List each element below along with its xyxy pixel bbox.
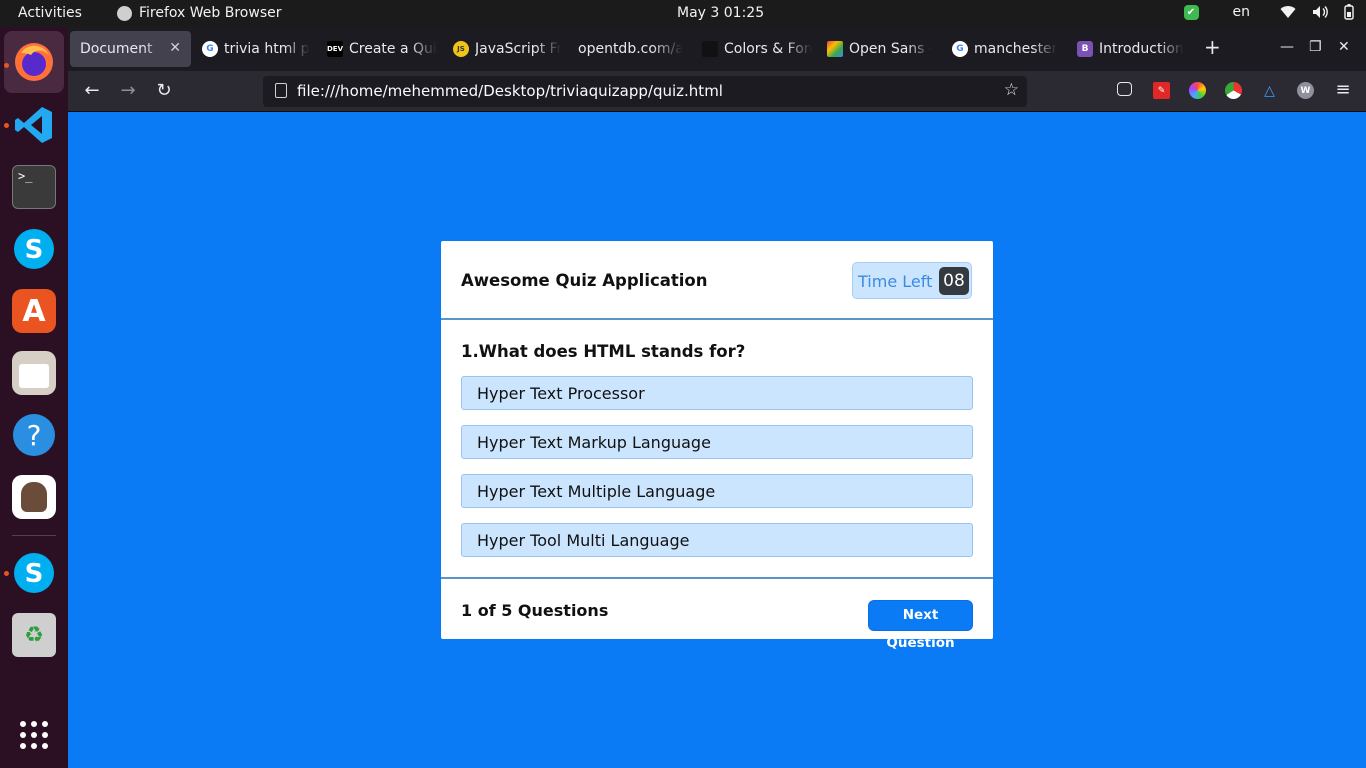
color-picker-icon[interactable] [1189,82,1206,99]
vscode-icon[interactable] [12,103,56,147]
restore-icon[interactable]: ❐ [1309,39,1322,55]
next-question-button[interactable]: Next Question [868,600,973,651]
option-item[interactable]: Hyper Tool Multi Language [461,523,973,557]
tab-label: manchester [974,41,1058,57]
colors-icon [702,41,718,57]
option-item[interactable]: Hyper Text Processor [461,376,973,410]
system-top-bar: Activities Firefox Web Browser May 3 01:… [0,0,1366,27]
running-indicator [4,123,9,128]
tab-bar: Document ✕ G trivia html p DEV Create a … [68,27,1366,71]
tab-document[interactable]: Document ✕ [70,31,191,67]
volume-icon[interactable] [1312,5,1328,19]
running-indicator [4,571,9,576]
quiz-header: Awesome Quiz Application Time Left 08 [441,241,993,320]
tab-introduction[interactable]: B Introduction [1077,31,1187,67]
tab-create-quiz[interactable]: DEV Create a Qui [327,31,443,67]
svg-text:S: S [25,559,44,589]
timer-label: Time Left [858,272,933,291]
tab-open-sans[interactable]: Open Sans - [827,31,932,67]
app-name: Firefox Web Browser [139,5,282,21]
option-item[interactable]: Hyper Text Multiple Language [461,474,973,508]
clock[interactable]: May 3 01:25 [677,5,764,21]
question-counter: 1 of 5 Questions [461,601,609,620]
tab-label: Create a Qui [349,41,437,57]
close-window-icon[interactable]: ✕ [1338,39,1350,55]
navigation-bar: ← → ↻ file:///home/mehemmed/Desktop/triv… [68,71,1366,112]
show-apps-grid-icon[interactable] [12,713,56,757]
tab-trivia[interactable]: G trivia html p [202,31,312,67]
system-tray[interactable]: ✔ en [1183,4,1355,20]
dock: >_ S A ? S ♻ [0,27,68,768]
wifi-icon[interactable] [1280,5,1296,19]
google-icon: G [202,41,218,57]
skype-icon[interactable]: S [12,551,56,595]
extension-icon[interactable]: ✎ [1153,82,1170,99]
close-tab-icon[interactable]: ✕ [169,40,181,56]
extension-icon[interactable] [1225,82,1242,99]
tab-label: trivia html p [224,41,310,57]
security-shield-icon[interactable]: ✔ [1183,4,1199,20]
minimize-icon[interactable]: — [1280,39,1294,55]
skype-icon[interactable]: S [12,227,56,271]
dev-icon: DEV [327,41,343,57]
font-icon [827,41,843,57]
activities-button[interactable]: Activities [18,5,82,21]
extension-icon[interactable]: W [1297,82,1314,99]
app-menu[interactable]: Firefox Web Browser [117,5,282,21]
bootstrap-icon: B [1077,41,1093,57]
bookmark-star-icon[interactable]: ☆ [1004,80,1019,100]
software-center-icon[interactable]: A [12,289,56,333]
tab-label: Document [80,41,153,57]
tab-manchester[interactable]: G manchester [952,31,1060,67]
google-icon: G [952,41,968,57]
tab-label: Open Sans - [849,41,932,57]
tab-label: Colors & Fon [724,41,812,57]
tab-javascript[interactable]: JS JavaScript Fr [453,31,561,67]
hamburger-menu-icon[interactable]: ≡ [1332,80,1354,100]
page-icon [275,83,287,98]
pocket-icon[interactable] [1117,82,1132,96]
option-item[interactable]: Hyper Text Markup Language [461,425,973,459]
battery-icon[interactable] [1344,4,1354,20]
extension-icon[interactable]: △ [1261,82,1278,99]
back-icon[interactable]: ← [81,81,103,101]
tab-opentdb[interactable]: opentdb.com/a [578,31,683,67]
url-text[interactable]: file:///home/mehemmed/Desktop/triviaquiz… [297,82,723,100]
dock-separator [12,535,56,536]
dbeaver-icon[interactable] [12,475,56,519]
help-icon[interactable]: ? [12,413,56,457]
question-text: 1.What does HTML stands for? [461,342,746,361]
running-indicator [4,63,9,68]
terminal-icon[interactable]: >_ [12,165,56,209]
tab-label: opentdb.com/a [578,41,683,57]
timer-seconds: 08 [939,267,969,295]
files-icon[interactable] [12,351,56,395]
svg-text:S: S [25,235,44,265]
url-bar[interactable]: file:///home/mehemmed/Desktop/triviaquiz… [263,76,1027,107]
svg-text:?: ? [27,419,42,452]
quiz-footer: 1 of 5 Questions Next Question [441,577,993,651]
forward-icon[interactable]: → [117,81,139,101]
trash-icon[interactable]: ♻ [12,613,56,657]
firefox-icon[interactable] [12,40,56,84]
js-icon: JS [453,41,469,57]
timer: Time Left 08 [852,262,972,299]
quiz-box: Awesome Quiz Application Time Left 08 1.… [441,241,993,651]
reload-icon[interactable]: ↻ [153,81,175,101]
firefox-icon [117,5,132,21]
tab-label: Introduction [1099,41,1184,57]
language-indicator[interactable]: en [1233,4,1251,20]
quiz-title: Awesome Quiz Application [461,271,708,290]
new-tab-icon[interactable]: + [1204,35,1221,59]
tab-colors-fonts[interactable]: Colors & Fon [702,31,812,67]
tab-label: JavaScript Fr [475,41,561,57]
